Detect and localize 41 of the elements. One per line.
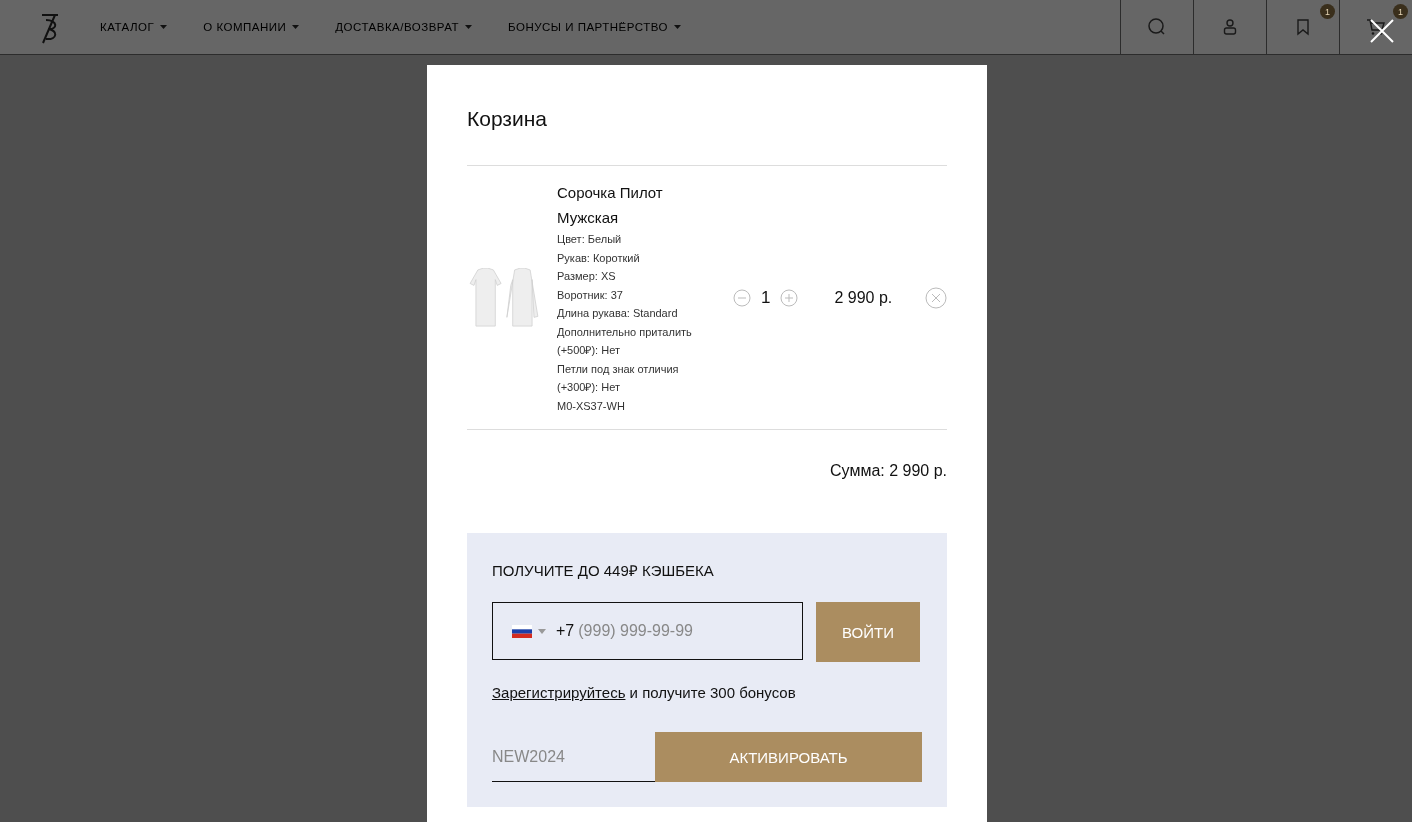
caret-icon: [674, 25, 681, 29]
cart-total: Сумма: 2 990 р.: [830, 462, 947, 479]
activate-button[interactable]: АКТИВИРОВАТЬ: [655, 732, 922, 782]
product-option: M0-XS37-WH: [557, 396, 707, 415]
register-link[interactable]: Зарегистрируйтесь: [492, 684, 626, 701]
caret-icon[interactable]: [538, 628, 546, 634]
nav-menu-item[interactable]: ДОСТАВКА/ВОЗВРАТ: [335, 21, 473, 33]
count-badge: 1: [1320, 4, 1335, 19]
product-option: Воротник: 37: [557, 285, 707, 304]
login-button[interactable]: ВОЙТИ: [816, 602, 920, 662]
count-badge: 1: [1393, 4, 1408, 19]
product-option: Дополнительно приталить (+500₽): Нет: [557, 322, 707, 360]
plus-icon[interactable]: [780, 288, 799, 307]
quantity-value: 1: [761, 287, 771, 308]
close-icon[interactable]: [1370, 19, 1394, 43]
product-option: Длина рукава: Standard: [557, 304, 707, 323]
product-option: Цвет: Белый: [557, 230, 707, 249]
product-option: Петли под знак отличия (+300₽): Нет: [557, 359, 707, 397]
header-icon-button[interactable]: 1: [1266, 0, 1339, 54]
register-text: Зарегистрируйтесь и получите 300 бонусов: [492, 684, 797, 701]
caret-icon: [160, 25, 168, 29]
nav-menu-item[interactable]: О КОМПАНИИ: [203, 21, 300, 33]
search-icon: [1147, 17, 1167, 37]
promo-code-field[interactable]: NEW2024: [492, 732, 655, 782]
minus-icon[interactable]: [733, 288, 751, 307]
product-price: 2 990 р.: [834, 288, 893, 307]
header-icon-button[interactable]: 1: [1339, 0, 1412, 54]
phone-prefix: +7: [556, 622, 575, 640]
product-option: Рукав: Короткий: [557, 248, 707, 267]
flag-icon[interactable]: [512, 624, 532, 638]
phone-input-field[interactable]: (999) 999-99-99: [578, 622, 759, 640]
product-option: Размер: XS: [557, 267, 707, 286]
product-name[interactable]: Сорочка Пилот Мужская: [557, 180, 697, 230]
remove-icon[interactable]: [925, 286, 947, 309]
modal-title: Корзина: [467, 107, 548, 132]
nav-menu-item[interactable]: КАТАЛОГ: [100, 21, 168, 33]
cashback-title: ПОЛУЧИТЕ ДО 449₽ КЭШБЕКА: [492, 561, 715, 580]
caret-icon: [292, 25, 300, 29]
cart-icon: [1366, 17, 1386, 37]
caret-icon: [465, 25, 473, 29]
nav-menu-item[interactable]: БОНУСЫ И ПАРТНЁРСТВО: [508, 21, 681, 33]
